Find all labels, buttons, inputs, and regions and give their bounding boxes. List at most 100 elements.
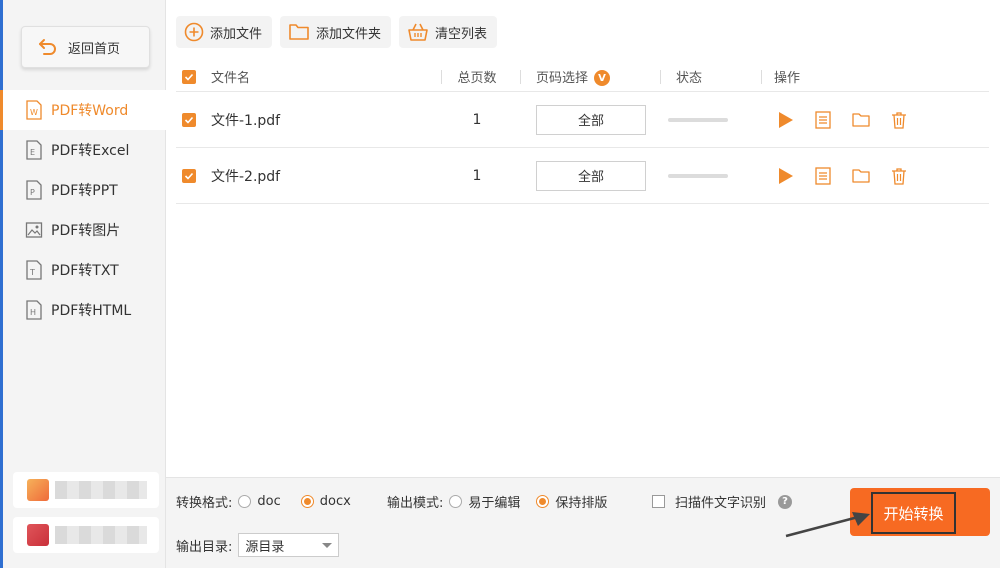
row-page-count: 1 [472,111,482,128]
document-icon[interactable] [814,110,832,129]
header-range-label: 页码选择 [536,70,589,86]
image-doc-icon [25,222,43,238]
table-header: 文件名 总页数 页码选择 V 状态 操作 [176,62,989,92]
header-status: 状态 [676,71,703,86]
sidebar-item-pdf-html[interactable]: H PDF转HTML [3,290,166,330]
add-folder-label: 添加文件夹 [316,26,382,42]
output-dir-group: 输出目录: 源目录 [176,533,340,557]
row-ops [776,110,908,129]
sidebar-item-pdf-txt[interactable]: T PDF转TXT [3,250,166,290]
header-range[interactable]: 页码选择 V [536,67,611,87]
check-icon [184,73,194,81]
ocr-checkbox[interactable] [652,495,665,508]
ocr-group: 扫描件文字识别 ? [652,492,793,511]
excel-doc-icon: E [26,140,42,160]
mode-group: 输出模式: 易于编辑 保持排版 [387,492,607,511]
sidebar-item-label: PDF转HTML [51,303,132,319]
output-dir-select[interactable]: 源目录 [238,533,340,557]
play-icon[interactable] [776,167,794,185]
mode-radio-editable[interactable] [449,495,463,508]
file-table: 文件名 总页数 页码选择 V 状态 操作 文件-1.pdf 1 全部 文件-2.… [176,62,989,204]
row-status [668,173,728,178]
sidebar-item-label: PDF转Word [51,103,129,119]
mode-option-editable[interactable]: 易于编辑 [468,492,520,511]
sidebar-item-pdf-ppt[interactable]: P PDF转PPT [3,170,166,210]
header-divider [520,70,521,84]
toolbar: 添加文件 添加文件夹 清空列表 [176,16,498,48]
sidebar-item-label: PDF转Excel [51,143,130,159]
add-file-label: 添加文件 [210,26,263,42]
svg-text:T: T [29,268,35,277]
ocr-label[interactable]: 扫描件文字识别 [675,492,766,511]
header-divider [441,70,442,84]
dropdown-arrow-icon [322,543,333,548]
blurred-promo-card[interactable] [13,517,159,553]
row-range-field[interactable]: 全部 [536,160,646,191]
play-icon[interactable] [776,111,794,129]
mode-label: 输出模式: [387,496,444,511]
back-arrow-icon [39,39,56,55]
start-convert-label[interactable]: 开始转换 [871,492,956,534]
txt-doc-icon: T [26,260,42,280]
folder-icon[interactable] [852,111,870,129]
html-doc-icon: H [26,300,42,320]
format-option-doc[interactable]: doc [257,494,280,509]
format-radio-doc[interactable] [238,495,252,508]
header-ops: 操作 [774,71,801,86]
sidebar-item-label: PDF转PPT [51,183,118,199]
select-all-checkbox[interactable] [182,69,196,84]
clear-list-button[interactable]: 清空列表 [399,16,498,48]
row-range-field[interactable]: 全部 [536,104,646,135]
folder-icon[interactable] [852,167,870,185]
clear-list-label: 清空列表 [435,26,488,42]
blurred-text [55,526,147,544]
word-doc-icon: W [26,100,42,120]
sidebar-item-pdf-excel[interactable]: E PDF转Excel [3,130,166,170]
row-checkbox[interactable] [182,112,196,127]
header-name: 文件名 [211,71,251,86]
range-input[interactable]: 全部 [536,104,646,135]
annotation-arrow-icon [785,512,870,538]
table-row[interactable]: 文件-2.pdf 1 全部 [176,148,989,204]
format-option-docx[interactable]: docx [320,494,351,509]
format-label: 转换格式: [176,496,233,511]
header-divider [660,70,661,84]
trash-icon[interactable] [890,167,908,185]
header-divider [761,70,762,84]
svg-text:H: H [30,308,36,317]
document-icon[interactable] [814,166,832,185]
table-row[interactable]: 文件-1.pdf 1 全部 [176,92,989,148]
sidebar-nav: W PDF转Word E PDF转Excel P PDF转PPT PDF转图片 … [0,90,166,330]
range-input[interactable]: 全部 [536,160,646,191]
trash-icon[interactable] [890,111,908,129]
sidebar-item-pdf-word[interactable]: W PDF转Word [0,90,166,130]
add-file-button[interactable]: 添加文件 [176,16,273,48]
help-icon[interactable]: ? [778,494,793,509]
row-page-count: 1 [472,167,482,184]
mode-option-keep-layout[interactable]: 保持排版 [555,492,607,511]
back-home-button[interactable]: 返回首页 [21,26,150,68]
add-folder-button[interactable]: 添加文件夹 [280,16,392,48]
row-file-name: 文件-1.pdf [211,112,281,129]
folder-icon [289,24,309,40]
blurred-logo [27,479,49,501]
range-dropdown-badge[interactable]: V [594,70,611,87]
sidebar-item-label: PDF转TXT [51,263,119,279]
basket-icon [408,23,428,41]
header-pages: 总页数 [457,71,497,86]
sidebar: 返回首页 W PDF转Word E PDF转Excel P PDF转PPT PD… [0,0,166,568]
check-icon [184,172,194,180]
blurred-text [55,481,147,499]
format-radio-docx[interactable] [300,495,314,508]
blurred-logo [27,524,49,546]
svg-text:E: E [30,148,35,157]
check-icon [184,116,194,124]
row-checkbox[interactable] [182,168,196,183]
output-dir-label: 输出目录: [176,539,233,555]
mode-radio-keep-layout[interactable] [536,495,550,508]
output-dir-value: 源目录 [245,539,285,555]
row-ops [776,166,908,185]
blurred-promo-card[interactable] [13,472,159,508]
sidebar-item-pdf-image[interactable]: PDF转图片 [3,210,166,250]
svg-text:W: W [30,108,38,117]
